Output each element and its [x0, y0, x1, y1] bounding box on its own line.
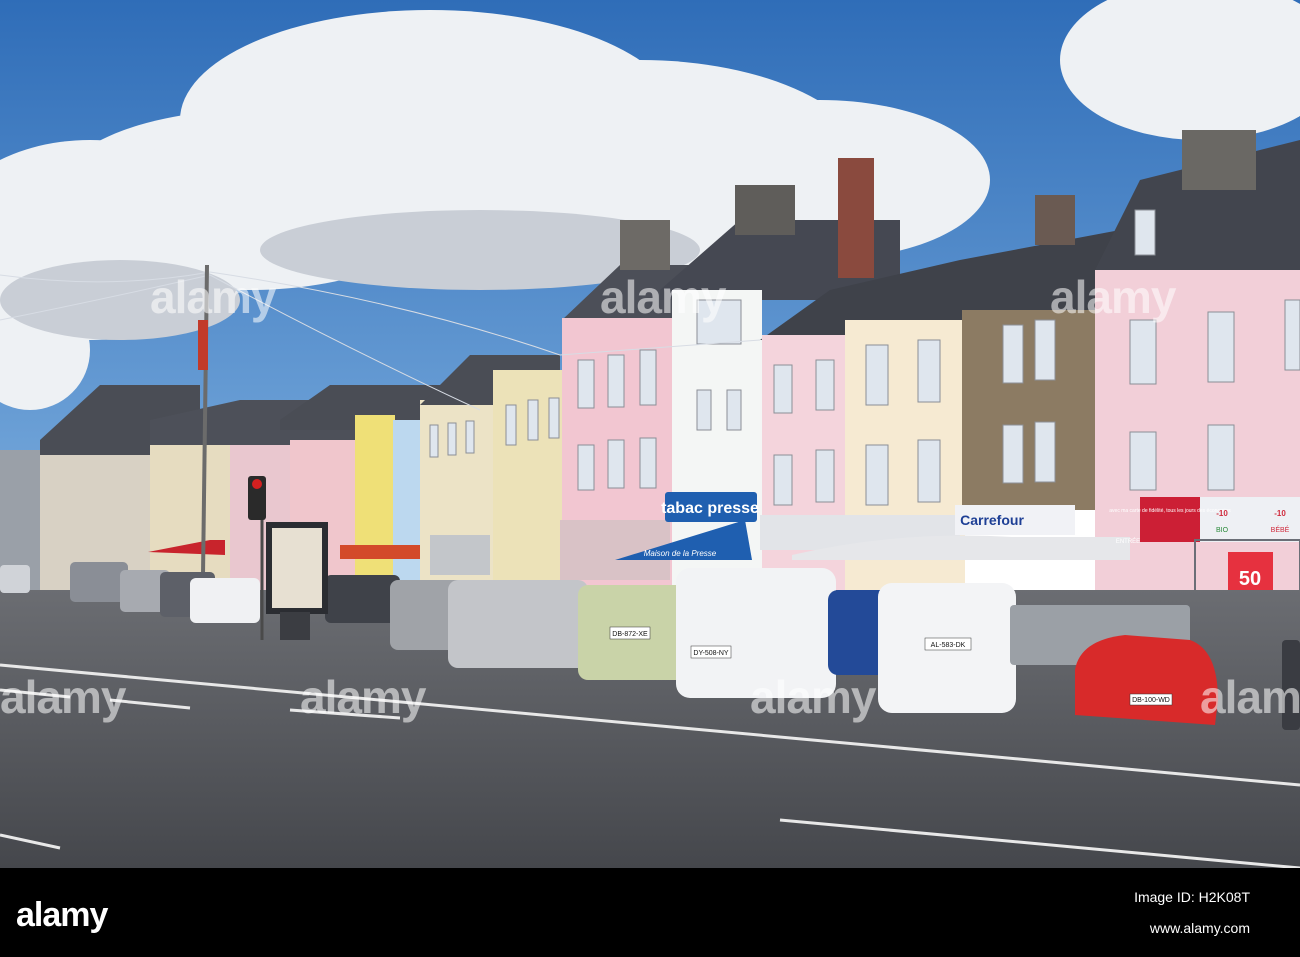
street-scene: tabac presse Maison de la Presse Carrefo… [0, 0, 1300, 868]
promo-bio: BIO [1216, 527, 1229, 534]
footer-strip: alamy Image ID: H2K08T www.alamy.com [0, 868, 1300, 957]
alamy-logo: alamy [16, 896, 108, 934]
plate-white-scenic: AL-583-DK [931, 642, 966, 649]
promo-10a: -10 [1216, 509, 1228, 518]
promo-bebe: BÉBÉ [1271, 525, 1290, 534]
watermark-4: alamy [0, 671, 126, 723]
watermark-5: alamy [300, 671, 426, 723]
watermark-7: alamy [1200, 671, 1300, 723]
entree-sign: ENTRÉE [1116, 538, 1140, 545]
watermark-2: alamy [600, 271, 726, 323]
alamy-url: www.alamy.com [1149, 920, 1250, 936]
plate-red-roadster: DB-100-WD [1132, 697, 1170, 704]
plate-green-car: DB-872-XE [612, 631, 648, 638]
carrefour-sign: Carrefour [960, 512, 1024, 528]
tabac-awning-text: Maison de la Presse [644, 549, 717, 558]
promo-text: avec ma carte de fidélité, tous les jour… [1109, 508, 1231, 514]
tabac-sign: tabac presse [661, 500, 759, 517]
image-id: Image ID: H2K08T [1134, 889, 1250, 905]
watermark-6: alamy [750, 671, 876, 723]
promo-50: 50 [1239, 568, 1261, 590]
watermark-1: alamy [150, 271, 276, 323]
watermark-3: alamy [1050, 271, 1176, 323]
promo-10b: -10 [1274, 509, 1286, 518]
street-photo: tabac presse Maison de la Presse Carrefo… [0, 0, 1300, 868]
plate-white-van: DY-508-NY [693, 650, 728, 657]
